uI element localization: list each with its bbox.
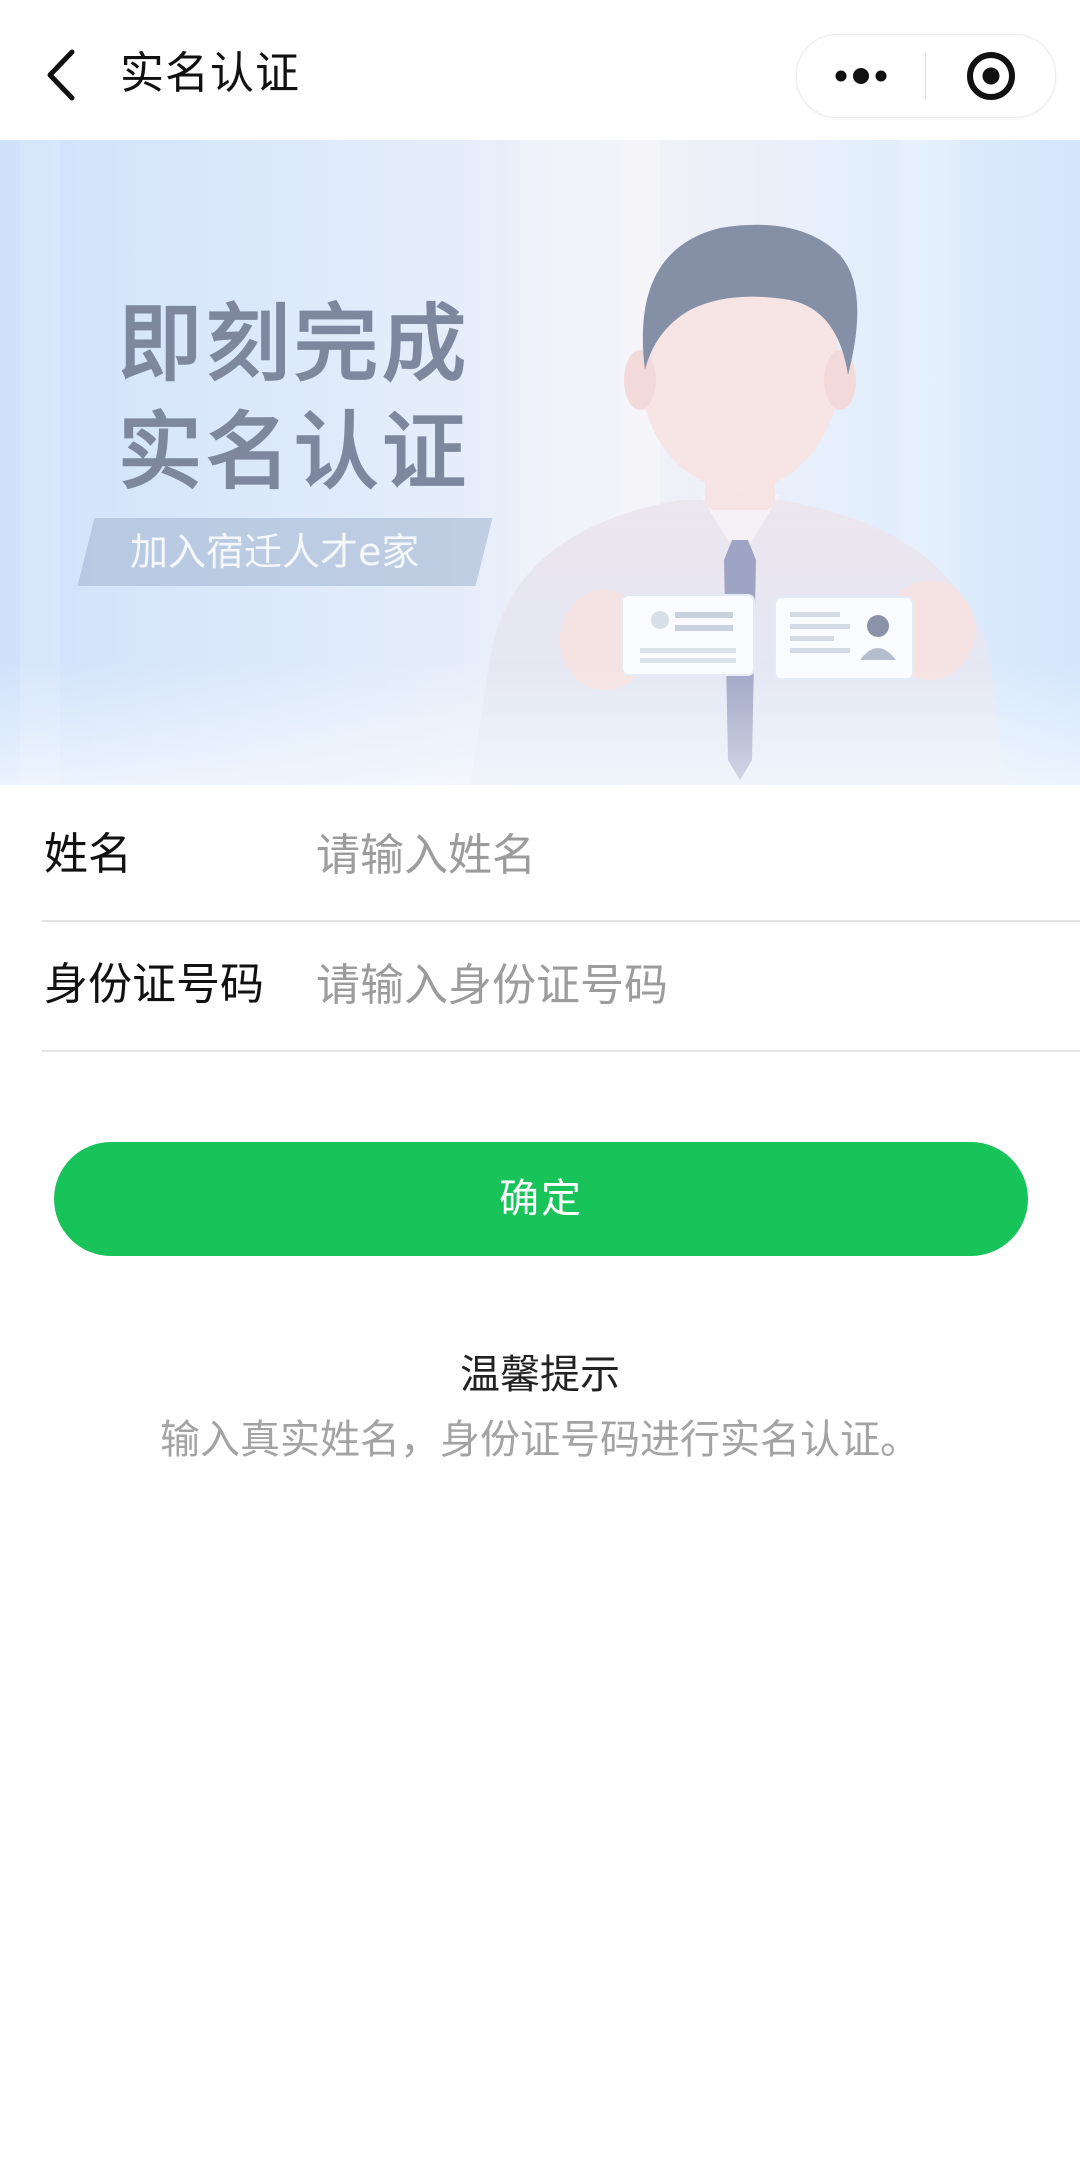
id-number-row: 身份证号码 bbox=[42, 922, 1080, 1052]
more-button[interactable] bbox=[797, 35, 925, 117]
name-row: 姓名 bbox=[42, 792, 1080, 922]
banner-headline-line-1: 即刻完成 bbox=[118, 295, 471, 393]
real-name-auth-page: 实名认证 即刻完成 实名认证 加入宿迁人才e家 姓名 请输入姓名 身份证号码 请… bbox=[0, 0, 1080, 2177]
chevron-left-icon bbox=[47, 49, 75, 101]
back-button[interactable] bbox=[30, 40, 90, 110]
tips-title: 温馨提示 bbox=[460, 1352, 620, 1398]
id-number-input[interactable] bbox=[316, 952, 1056, 1018]
page-title: 实名认证 bbox=[120, 48, 300, 99]
banner-subtitle: 加入宿迁人才e家 bbox=[130, 530, 420, 574]
target-circle-icon bbox=[966, 52, 1015, 100]
close-mini-program-button[interactable] bbox=[926, 35, 1055, 117]
top-navbar: 实名认证 bbox=[0, 0, 1080, 140]
name-label: 姓名 bbox=[44, 829, 132, 880]
banner-headline-line-2: 实名认证 bbox=[118, 403, 471, 501]
id-number-label: 身份证号码 bbox=[44, 959, 264, 1010]
banner-headline: 即刻完成 实名认证 bbox=[118, 290, 470, 506]
confirm-button[interactable]: 确定 bbox=[54, 1142, 1028, 1256]
mini-program-capsule bbox=[796, 34, 1056, 118]
more-dots-icon bbox=[835, 68, 887, 84]
tips-body: 输入真实姓名，身份证号码进行实名认证。 bbox=[160, 1417, 920, 1463]
banner-subtitle-tag: 加入宿迁人才e家 bbox=[77, 518, 493, 586]
name-input[interactable] bbox=[316, 822, 1056, 888]
hero-banner: 即刻完成 实名认证 加入宿迁人才e家 bbox=[0, 140, 1080, 785]
